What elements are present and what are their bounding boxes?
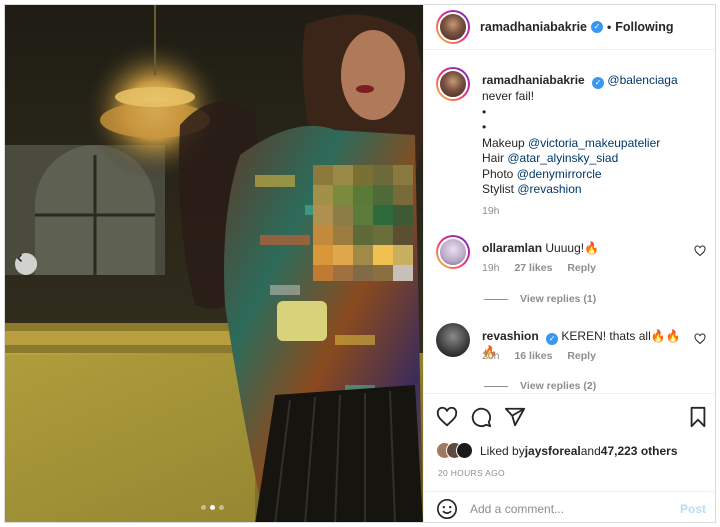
author-avatar[interactable] — [436, 10, 470, 44]
view-replies-line — [484, 298, 508, 300]
verified-badge-icon: ✓ — [546, 333, 559, 345]
comment-time[interactable]: 19h — [482, 262, 500, 274]
makeup-handle-link[interactable]: @victoria_makeupatelier — [528, 136, 660, 150]
view-replies-button[interactable]: View replies (1) — [484, 293, 596, 305]
carousel-prev-button[interactable] — [15, 253, 37, 275]
carousel-dot — [201, 505, 206, 510]
verified-badge-icon: ✓ — [592, 77, 605, 89]
emoji-icon[interactable] — [436, 498, 458, 520]
like-heart-icon[interactable] — [436, 406, 458, 428]
post-photo[interactable] — [5, 5, 423, 522]
view-replies-label: View replies (1) — [520, 293, 597, 305]
commenter-username[interactable]: revashion — [482, 329, 539, 343]
comments-section[interactable]: ramadhaniabakrie ✓ @balenciaga never fai… — [424, 51, 715, 393]
comment-input[interactable]: Add a comment... — [470, 502, 680, 516]
post-timestamp[interactable]: 20 HOURS AGO — [438, 468, 505, 478]
caption-bullet: • — [482, 120, 487, 134]
photo-label: Photo — [482, 166, 517, 181]
photo-illustration — [5, 5, 423, 522]
comment-reply-button[interactable]: Reply — [567, 262, 596, 274]
view-replies-label: View replies (2) — [520, 380, 597, 392]
post-comment-button[interactable]: Post — [680, 502, 706, 516]
commenter-username[interactable]: ollaramlan — [482, 241, 542, 255]
heart-icon[interactable] — [694, 245, 706, 257]
liker-avatars[interactable] — [436, 442, 474, 460]
caption-mention-link[interactable]: @balenciaga — [607, 73, 677, 87]
post-header: ramadhaniabakrie ✓ • Following — [424, 5, 715, 50]
author-username[interactable]: ramadhaniabakrie — [480, 20, 587, 34]
caption-username[interactable]: ramadhaniabakrie — [482, 73, 585, 87]
chevron-left-icon — [16, 253, 23, 263]
stylist-handle-link[interactable]: @revashion — [517, 182, 581, 196]
stylist-label: Stylist — [482, 182, 518, 196]
verified-badge-icon: ✓ — [591, 21, 603, 33]
censor-mosaic — [313, 165, 413, 281]
caption-bullet: • — [482, 104, 487, 119]
add-comment-bar: Add a comment... Post — [424, 491, 715, 522]
liker-avatar — [456, 442, 473, 459]
likes-prefix: Liked by — [480, 444, 525, 458]
carousel-dot — [219, 505, 224, 510]
caption-author-avatar[interactable] — [436, 67, 470, 101]
photo-handle-link[interactable]: @denymirrorcle — [517, 167, 602, 181]
comment-time[interactable]: 20h — [482, 350, 500, 362]
likes-middle: and — [580, 444, 601, 458]
carousel-dots — [201, 505, 224, 510]
carousel-dot-active — [210, 505, 215, 510]
comment-likes[interactable]: 27 likes — [514, 262, 552, 274]
heart-icon[interactable] — [694, 333, 706, 345]
view-replies-line — [484, 385, 508, 387]
hair-handle-link[interactable]: @atar_alyinsky_siad — [507, 151, 618, 165]
post-actions: Liked by jaysforeal and 47,223 others 20… — [424, 393, 715, 522]
share-send-icon[interactable] — [504, 406, 526, 428]
following-button[interactable]: Following — [615, 20, 673, 34]
bookmark-icon[interactable] — [688, 406, 708, 428]
comment-text: Uuuug!🔥 — [545, 241, 600, 255]
caption-time[interactable]: 19h — [482, 204, 706, 220]
header-separator: • — [607, 20, 612, 34]
comment-reply-button[interactable]: Reply — [567, 350, 596, 362]
likes-summary: Liked by jaysforeal and 47,223 others — [436, 442, 678, 460]
commenter-avatar[interactable] — [436, 323, 470, 357]
comment-bubble-icon[interactable] — [470, 406, 492, 428]
view-replies-button[interactable]: View replies (2) — [484, 380, 596, 392]
post-side-panel: ramadhaniabakrie ✓ • Following ramadhani… — [423, 5, 715, 522]
hair-label: Hair — [482, 151, 508, 165]
likes-user-link[interactable]: jaysforeal — [525, 444, 581, 458]
commenter-avatar[interactable] — [436, 235, 470, 269]
caption-line: never fail! — [482, 89, 535, 103]
likes-count-link[interactable]: 47,223 others — [601, 444, 678, 458]
makeup-label: Makeup — [482, 135, 529, 150]
post-dialog: ramadhaniabakrie ✓ • Following ramadhani… — [4, 4, 716, 523]
comment-likes[interactable]: 16 likes — [514, 350, 552, 362]
